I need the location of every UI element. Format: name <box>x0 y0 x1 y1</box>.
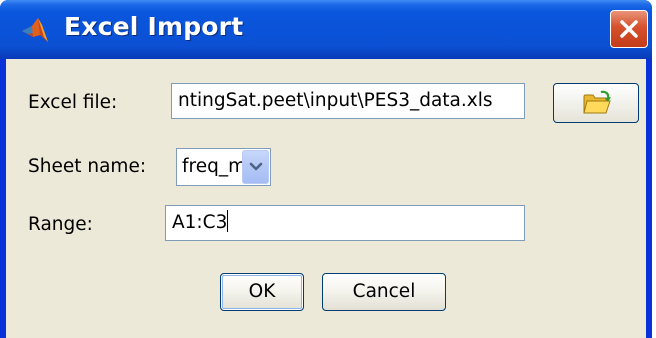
text-caret <box>227 210 229 232</box>
sheet-name-select[interactable]: freq_mag <box>176 148 271 186</box>
excel-file-label: Excel file: <box>28 92 118 113</box>
range-label: Range: <box>28 214 93 235</box>
open-folder-icon <box>583 90 611 114</box>
range-value: A1:C3 <box>172 212 228 233</box>
excel-file-value: ntingSat.peet\input\PES3_data.xls <box>178 90 493 111</box>
range-input[interactable]: A1:C3 <box>165 205 525 241</box>
dropdown-button[interactable] <box>242 150 269 184</box>
excel-file-field[interactable]: ntingSat.peet\input\PES3_data.xls <box>171 83 525 119</box>
close-icon <box>620 20 638 38</box>
browse-button[interactable] <box>553 83 639 123</box>
window-title: Excel Import <box>64 12 244 41</box>
close-button[interactable] <box>610 10 648 48</box>
dialog-body: Excel file: ntingSat.peet\input\PES3_dat… <box>6 59 646 338</box>
chevron-down-icon <box>249 162 263 171</box>
excel-import-dialog: Excel Import Excel file: ntingSat.peet\i… <box>0 0 652 338</box>
matlab-icon <box>20 15 50 45</box>
sheet-name-label: Sheet name: <box>28 156 147 177</box>
cancel-button[interactable]: Cancel <box>322 273 446 311</box>
ok-button[interactable]: OK <box>220 273 304 311</box>
title-bar[interactable]: Excel Import <box>0 0 652 59</box>
